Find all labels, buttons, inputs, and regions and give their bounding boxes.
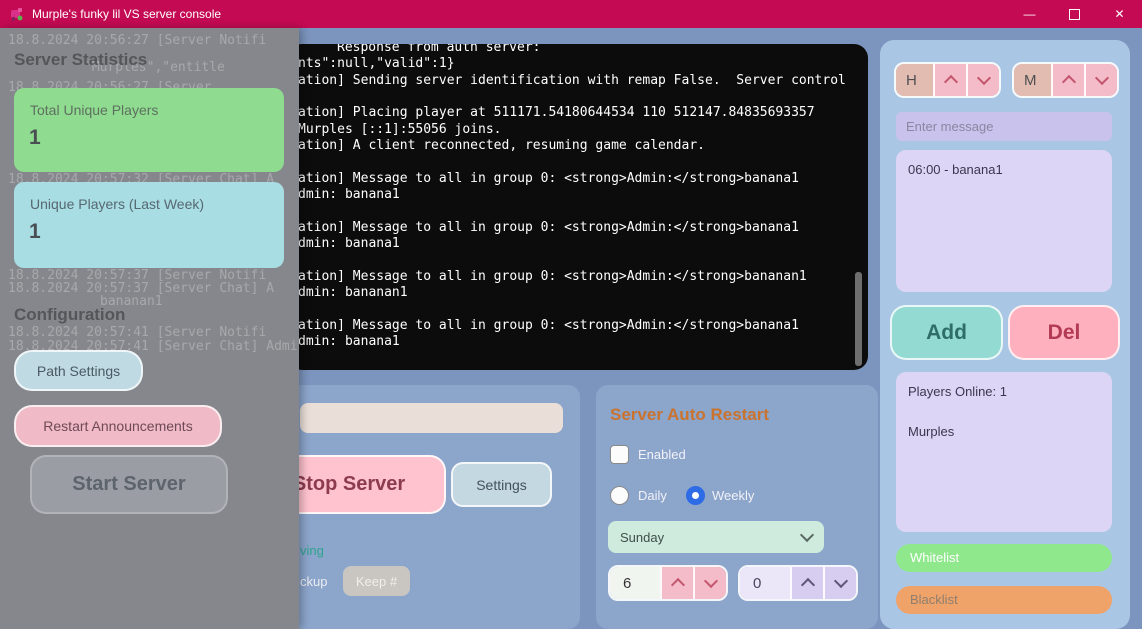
hour-up-button[interactable] <box>933 64 966 96</box>
restart-hour-down-button[interactable] <box>693 567 726 599</box>
hour-stepper: H <box>894 62 1001 98</box>
minute-down-button[interactable] <box>1084 64 1117 96</box>
restart-hour-up-button[interactable] <box>660 567 693 599</box>
auto-restart-heading: Server Auto Restart <box>610 405 769 425</box>
players-online-header: Players Online: 1 <box>908 384 1007 399</box>
console-scrollbar-thumb[interactable] <box>855 272 862 366</box>
hour-input[interactable]: H <box>896 64 933 96</box>
total-unique-players-card: Total Unique Players 1 <box>14 88 284 172</box>
log-line: ation] A client reconnected, resuming ga… <box>298 138 705 153</box>
log-line: ation] Placing player at 511171.54180644… <box>298 105 815 120</box>
start-server-button[interactable]: Start Server <box>30 455 228 514</box>
player-name: Murples <box>908 424 954 439</box>
window-title: Murple's funky lil VS server console <box>32 7 221 21</box>
statistics-drawer: 18.8.2024 20:56:27 [Server Notifi "Murpl… <box>0 28 299 629</box>
configuration-heading: Configuration <box>14 305 125 325</box>
close-button[interactable]: ✕ <box>1097 0 1142 28</box>
settings-button[interactable]: Settings <box>451 462 552 507</box>
restart-announcements-button[interactable]: Restart Announcements <box>14 405 222 447</box>
minimize-button[interactable]: — <box>1007 0 1052 28</box>
command-input[interactable] <box>300 403 563 433</box>
stat-card-label: Unique Players (Last Week) <box>30 196 204 212</box>
blacklist-button[interactable]: Blacklist <box>896 586 1112 614</box>
chevron-up-icon <box>943 75 957 89</box>
server-controls-panel: Stop Server Settings ving ckup Keep # <box>288 385 580 629</box>
restart-minute-up-button[interactable] <box>790 567 823 599</box>
maximize-icon <box>1069 9 1080 20</box>
enabled-checkbox[interactable] <box>610 445 629 464</box>
restart-hour-stepper: 6 <box>608 565 728 601</box>
backup-checkbox-label[interactable]: ckup <box>300 574 327 589</box>
restart-day-select[interactable]: Sunday <box>608 521 824 553</box>
minute-up-button[interactable] <box>1051 64 1084 96</box>
restart-minute-down-button[interactable] <box>823 567 856 599</box>
chevron-down-icon <box>703 574 717 588</box>
server-statistics-heading: Server Statistics <box>14 50 147 70</box>
server-log-console: Response from auth server: nts":null,"va… <box>288 44 868 370</box>
ghost-log-line: 18.8.2024 20:57:41 [Server Notifi <box>8 325 266 340</box>
weekly-label: Weekly <box>712 488 754 503</box>
weekly-radio[interactable] <box>686 486 705 505</box>
chevron-up-icon <box>670 578 684 592</box>
log-line: ation] Message to all in group 0: <stron… <box>298 171 799 186</box>
log-line: ation] Message to all in group 0: <stron… <box>298 318 799 333</box>
chevron-down-icon <box>1094 71 1108 85</box>
title-bar: Murple's funky lil VS server console — ✕ <box>0 0 1142 28</box>
chevron-down-icon <box>800 528 814 542</box>
restart-minute-stepper: 0 <box>738 565 858 601</box>
log-line: nts":null,"valid":1} <box>298 56 455 71</box>
log-line: dmin: bananan1 <box>298 285 408 300</box>
daily-radio[interactable] <box>610 486 629 505</box>
enabled-label: Enabled <box>638 447 686 462</box>
log-line: Response from auth server: <box>337 44 541 55</box>
app-icon <box>9 7 24 22</box>
ghost-log-line: 18.8.2024 20:56:27 [Server Notifi <box>8 33 266 48</box>
del-button[interactable]: Del <box>1008 305 1120 360</box>
unique-players-week-card: Unique Players (Last Week) 1 <box>14 182 284 268</box>
log-line: dmin: banana1 <box>298 187 400 202</box>
stat-card-label: Total Unique Players <box>30 102 158 118</box>
log-line: ation] Sending server identification wit… <box>298 73 846 88</box>
path-settings-button[interactable]: Path Settings <box>14 350 143 391</box>
scheduled-messages-list[interactable]: 06:00 - banana1 <box>896 150 1112 292</box>
auto-restart-panel: Server Auto Restart Enabled Daily Weekly… <box>596 385 878 629</box>
players-online-box: Players Online: 1 Murples <box>896 372 1112 532</box>
restart-hour-input[interactable]: 6 <box>610 567 660 599</box>
close-icon: ✕ <box>1114 7 1124 21</box>
app-window: Murple's funky lil VS server console — ✕… <box>0 0 1142 629</box>
daily-label: Daily <box>638 488 667 503</box>
restart-minute-input[interactable]: 0 <box>740 567 790 599</box>
restart-day-value: Sunday <box>620 530 664 545</box>
minimize-icon: — <box>1024 7 1036 21</box>
scheduler-panel: H M 06:00 - banana1 Add Del Players Onli… <box>880 40 1130 629</box>
log-line: Murples [::1]:55056 joins. <box>298 122 502 137</box>
minute-stepper: M <box>1012 62 1119 98</box>
maximize-button[interactable] <box>1052 0 1097 28</box>
log-line: ation] Message to all in group 0: <stron… <box>298 269 807 284</box>
chevron-up-icon <box>1061 75 1075 89</box>
log-line: dmin: banana1 <box>298 236 400 251</box>
add-button[interactable]: Add <box>890 305 1003 360</box>
stat-card-value: 1 <box>29 220 41 244</box>
hour-down-button[interactable] <box>966 64 999 96</box>
chevron-up-icon <box>800 578 814 592</box>
window-controls: — ✕ <box>1007 0 1142 28</box>
keep-count-field[interactable]: Keep # <box>343 566 410 596</box>
stat-card-value: 1 <box>29 126 41 150</box>
log-line: ation] Message to all in group 0: <stron… <box>298 220 799 235</box>
whitelist-button[interactable]: Whitelist <box>896 544 1112 572</box>
list-item[interactable]: 06:00 - banana1 <box>908 162 1100 177</box>
log-line: dmin: banana1 <box>298 334 400 349</box>
chevron-down-icon <box>976 71 990 85</box>
chevron-down-icon <box>833 574 847 588</box>
message-input[interactable] <box>896 112 1112 141</box>
autosave-checkbox-label[interactable]: ving <box>300 543 324 558</box>
minute-input[interactable]: M <box>1014 64 1051 96</box>
